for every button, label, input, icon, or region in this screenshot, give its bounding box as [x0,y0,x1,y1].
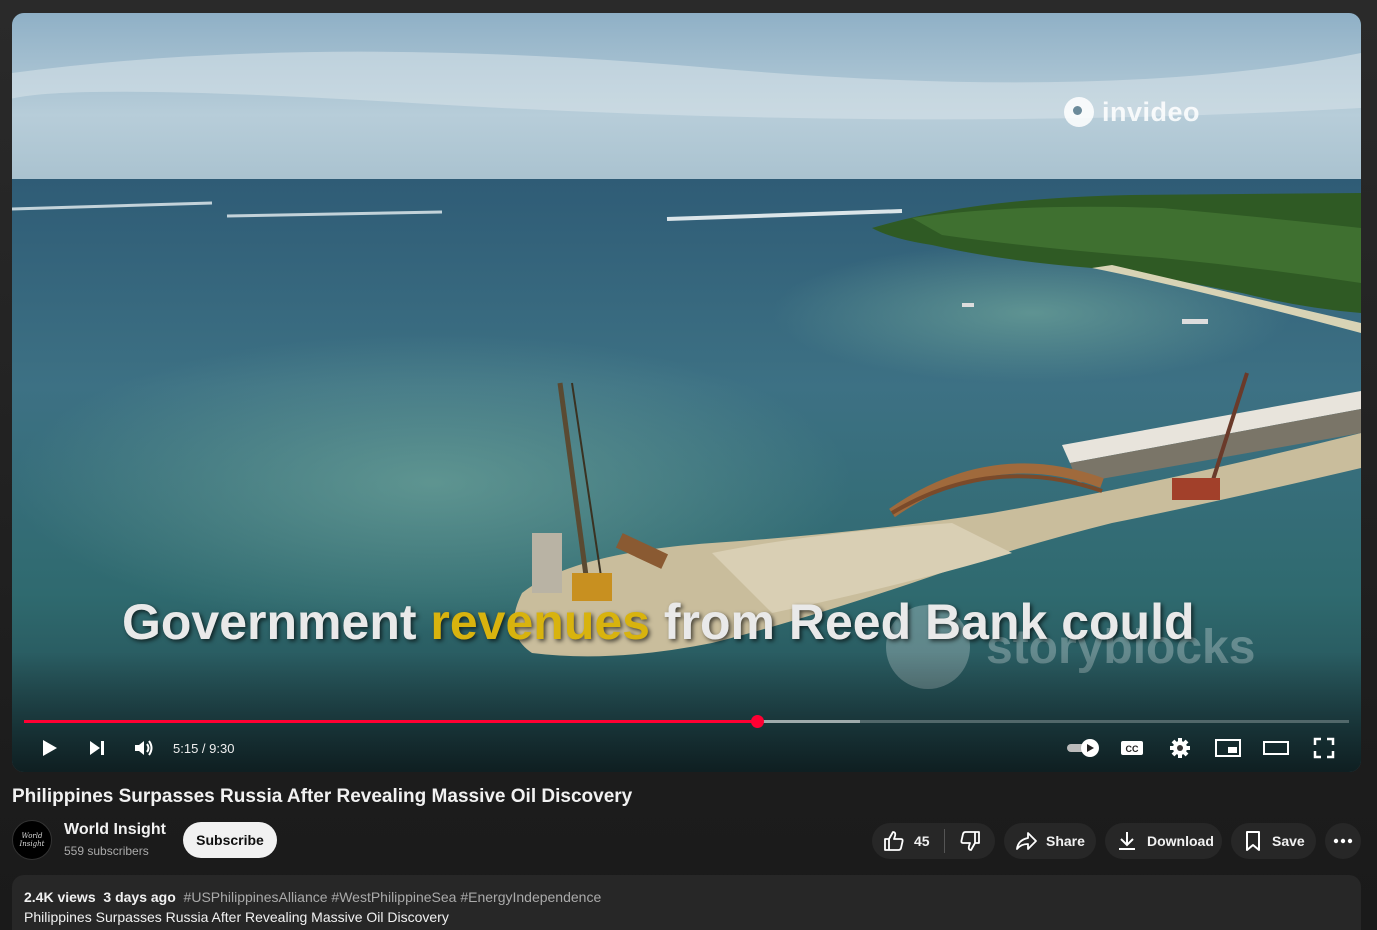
download-label: Download [1147,833,1214,849]
svg-text:CC: CC [1126,744,1139,754]
next-icon [90,741,104,755]
progress-bar[interactable] [24,715,1349,728]
caption-text-start: Government [122,594,431,650]
hashtags[interactable]: #USPhilippinesAlliance #WestPhilippineSe… [184,889,602,905]
settings-button[interactable] [1165,733,1195,763]
download-button[interactable]: Download [1105,823,1222,859]
save-label: Save [1272,833,1305,849]
autoplay-toggle-icon [1067,739,1099,757]
settings-icon [1170,738,1190,758]
view-count: 2.4K views [24,889,96,905]
download-icon [1115,829,1139,853]
upload-age: 3 days ago [103,889,176,905]
dislike-button[interactable] [945,823,995,859]
thumbs-up-icon [882,829,906,853]
progress-scrubber-handle[interactable] [750,715,764,728]
caption-text-end: from Reed Bank could [650,594,1195,650]
share-button[interactable]: Share [1004,823,1096,859]
thumbs-down-icon [958,829,982,853]
video-title: Philippines Surpasses Russia After Revea… [12,786,633,807]
fullscreen-icon [1313,737,1335,759]
more-actions-button[interactable] [1325,823,1361,859]
captions-button[interactable]: CC [1117,733,1147,763]
autoplay-toggle[interactable] [1065,733,1103,763]
share-label: Share [1046,833,1085,849]
invideo-watermark-text: invideo [1102,96,1201,127]
like-dislike-group: 45 [872,823,995,859]
cc-icon: CC [1121,741,1143,755]
description-box[interactable]: 2.4K views 3 days ago #USPhilippinesAlli… [12,875,1361,930]
miniplayer-button[interactable] [1213,733,1243,763]
theater-icon [1263,741,1289,755]
share-icon [1014,829,1038,853]
invideo-watermark: invideo [1064,95,1200,129]
description-text: Philippines Surpasses Russia After Revea… [24,909,449,925]
time-display: 5:15 / 9:30 [173,740,235,756]
controls-right: CC [1065,733,1339,763]
like-count: 45 [914,833,930,849]
like-button[interactable]: 45 [872,823,944,859]
bookmark-icon [1242,829,1264,853]
next-button[interactable] [82,733,112,763]
fullscreen-button[interactable] [1309,733,1339,763]
video-player[interactable]: invideo storyblocks Government revenues … [12,13,1361,772]
progress-played [24,720,757,723]
miniplayer-icon [1215,739,1241,757]
channel-name[interactable]: World Insight [64,821,166,839]
channel-avatar[interactable]: World Insight [12,820,52,860]
avatar-logo-text: World Insight [19,832,45,848]
volume-icon [135,740,153,756]
theater-mode-button[interactable] [1261,733,1291,763]
more-horizontal-icon [1333,838,1353,844]
invideo-logo-icon [1064,97,1094,127]
caption-highlight-word: revenues [430,594,650,650]
play-button[interactable] [34,733,64,763]
save-button[interactable]: Save [1231,823,1316,859]
subscribe-button[interactable]: Subscribe [183,822,277,858]
volume-button[interactable] [129,733,159,763]
subscriber-count: 559 subscribers [64,844,149,858]
video-caption: Government revenues from Reed Bank could [122,593,1272,651]
description-meta: 2.4K views 3 days ago #USPhilippinesAlli… [24,889,601,905]
play-icon [43,740,57,756]
controls-left: 5:15 / 9:30 [34,733,234,763]
